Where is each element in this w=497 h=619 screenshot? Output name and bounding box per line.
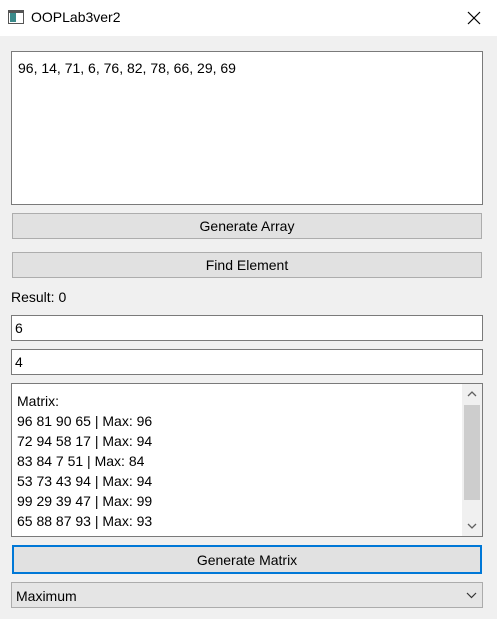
chevron-down-icon	[464, 588, 478, 602]
matrix-lines: Matrix: 96 81 90 65 | Max: 96 72 94 58 1…	[17, 391, 152, 531]
app-icon	[8, 10, 24, 24]
chevron-down-icon	[467, 523, 477, 529]
array-output-box[interactable]: 96, 14, 71, 6, 76, 82, 78, 66, 29, 69	[11, 51, 483, 205]
matrix-line: 65 88 87 93 | Max: 93	[17, 513, 153, 529]
close-button[interactable]	[451, 0, 497, 36]
matrix-line: 83 84 7 51 | Max: 84	[17, 453, 145, 469]
window-title: OOPLab3ver2	[31, 9, 121, 25]
scroll-down-button[interactable]	[462, 516, 482, 536]
second-number-input[interactable]: 4	[11, 349, 483, 375]
vertical-scrollbar[interactable]	[462, 384, 482, 536]
generate-matrix-button[interactable]: Generate Matrix	[12, 545, 482, 574]
first-number-input[interactable]: 6	[11, 315, 483, 341]
chevron-up-icon	[467, 391, 477, 397]
matrix-line: 99 29 39 47 | Max: 99	[17, 493, 153, 509]
close-icon	[467, 11, 481, 25]
find-element-button[interactable]: Find Element	[12, 252, 482, 278]
generate-array-button[interactable]: Generate Array	[12, 213, 482, 239]
mode-dropdown[interactable]: Maximum	[11, 582, 483, 608]
main-window: OOPLab3ver2 96, 14, 71, 6, 76, 82, 78, 6…	[0, 0, 497, 619]
array-text: 96, 14, 71, 6, 76, 82, 78, 66, 29, 69	[18, 60, 236, 76]
matrix-line: 96 81 90 65 | Max: 96	[17, 413, 153, 429]
matrix-line: 53 73 43 94 | Max: 94	[17, 473, 153, 489]
mode-dropdown-value: Maximum	[16, 588, 77, 604]
matrix-line: 72 94 58 17 | Max: 94	[17, 433, 153, 449]
scroll-thumb[interactable]	[464, 405, 480, 500]
matrix-output-box[interactable]: Matrix: 96 81 90 65 | Max: 96 72 94 58 1…	[11, 383, 483, 537]
matrix-line: Matrix:	[17, 393, 59, 409]
title-bar[interactable]: OOPLab3ver2	[0, 0, 497, 36]
result-label: Result: 0	[11, 289, 67, 305]
scroll-up-button[interactable]	[462, 384, 482, 404]
